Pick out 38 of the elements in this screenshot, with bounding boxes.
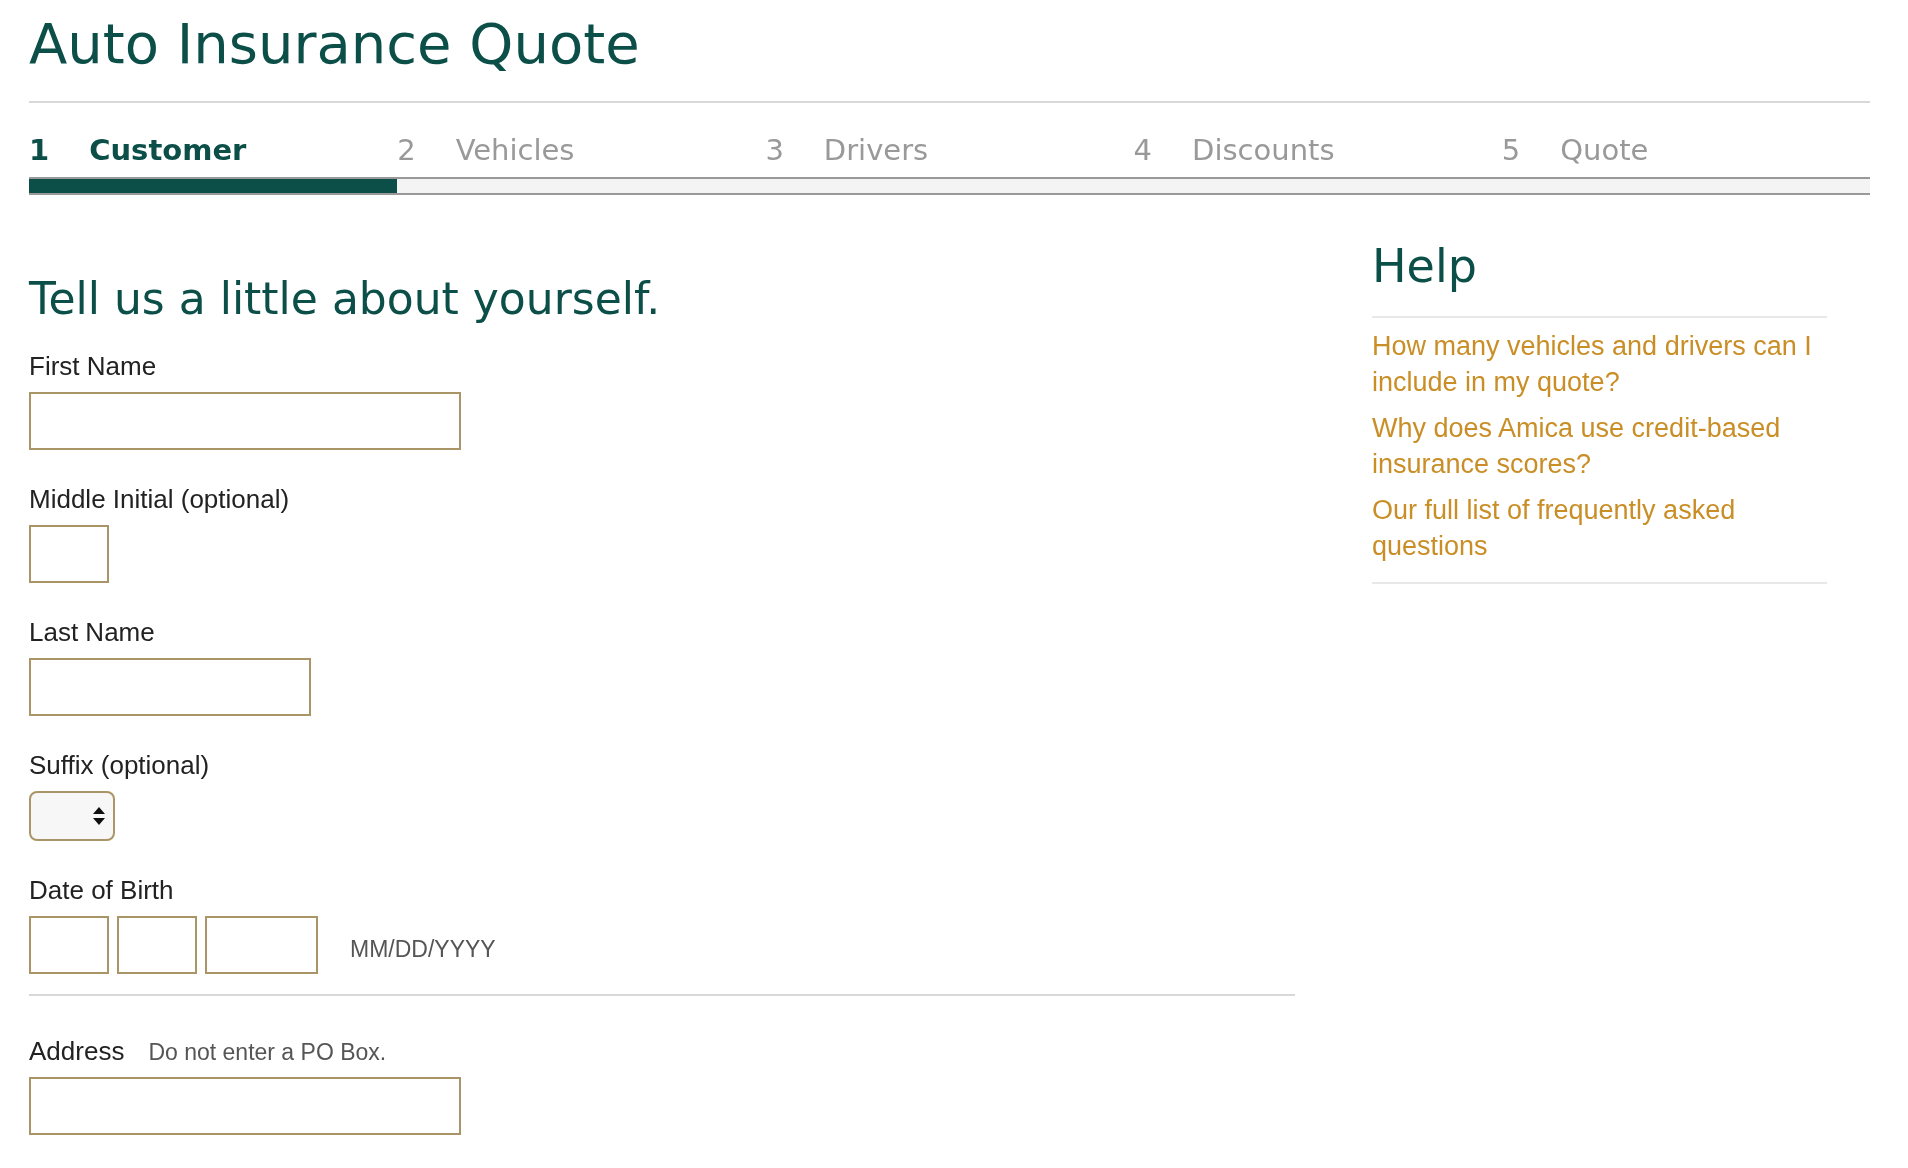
step-number: 4 (1133, 132, 1153, 170)
step-tab[interactable]: 4 Discounts (1133, 129, 1502, 177)
field-label: First Name (29, 350, 157, 384)
form-heading: Tell us a little about yourself. (29, 272, 662, 326)
step-tab[interactable]: 5 Quote (1501, 129, 1870, 177)
step-label: Discounts (1192, 132, 1335, 170)
month-field[interactable] (29, 916, 109, 975)
field-label: Last Name (29, 616, 155, 650)
input-field[interactable] (29, 525, 109, 584)
suffix-select[interactable] (29, 791, 115, 842)
up-down-arrows-icon (93, 807, 105, 826)
step-number: 5 (1501, 132, 1521, 170)
step-label: Customer (89, 132, 247, 170)
field-label: Address (29, 1035, 125, 1069)
step-number: 2 (397, 132, 416, 170)
field-hint: Do not enter a PO Box. (148, 1038, 387, 1068)
step-number: 3 (765, 132, 784, 170)
step-label: Drivers (823, 132, 929, 170)
input-field[interactable] (29, 1077, 461, 1136)
step-tab[interactable]: 2 Vehicles (397, 129, 766, 177)
field-label: Middle Initial (optional) (29, 483, 290, 517)
field-label: Date of Birth (29, 874, 174, 908)
field-label: Suffix (optional) (29, 749, 210, 783)
step-tab[interactable]: 3 Drivers (765, 129, 1134, 177)
help-title: Help (1372, 238, 1478, 294)
step-number: 1 (29, 132, 50, 170)
date-format-hint: MM/DD/YYYY (350, 935, 496, 965)
help-link[interactable]: How many vehicles and drivers can I include in my quote? (1372, 327, 1827, 400)
input-field[interactable] (29, 658, 311, 717)
help-link[interactable]: Why does Amica use credit-based insurance scores? (1372, 409, 1827, 482)
help-link[interactable]: Our full list of frequently asked questions (1372, 491, 1827, 564)
input-field[interactable] (29, 392, 461, 451)
page-title: Auto Insurance Quote (29, 10, 641, 78)
step-label: Vehicles (455, 132, 575, 170)
year-field[interactable] (205, 916, 318, 975)
step-label: Quote (1560, 132, 1649, 170)
step-tab[interactable]: 1 Customer (29, 129, 398, 177)
day-field[interactable] (117, 916, 197, 975)
